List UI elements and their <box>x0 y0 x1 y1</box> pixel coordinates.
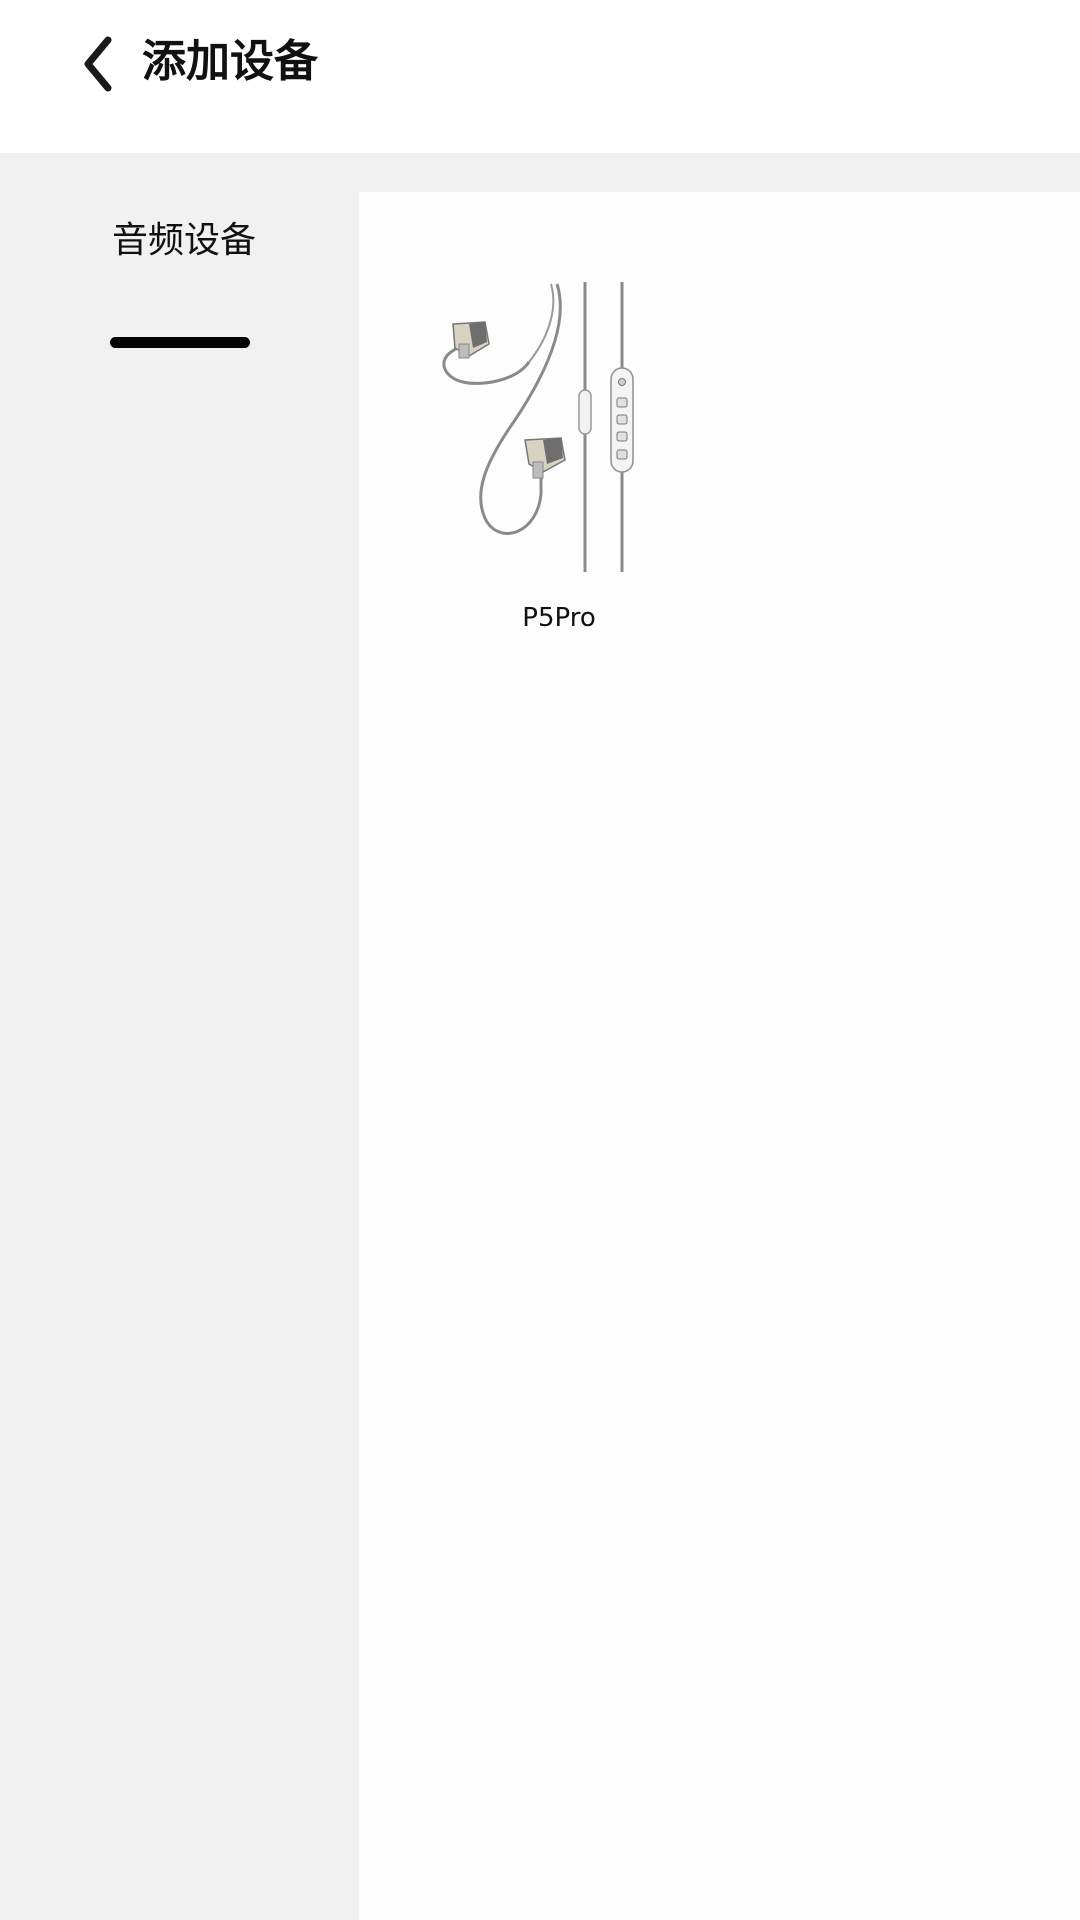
earphones-image <box>442 282 634 572</box>
category-tab-audio-devices[interactable]: 音频设备 <box>100 213 260 348</box>
chevron-left-icon <box>84 36 112 92</box>
active-tab-indicator <box>110 337 250 348</box>
category-sidebar: 音频设备 <box>0 153 359 1920</box>
category-tab-label: 音频设备 <box>112 220 257 261</box>
back-button[interactable] <box>58 24 138 104</box>
device-card-p5pro[interactable]: P5Pro <box>429 282 689 662</box>
device-name: P5Pro <box>522 603 596 633</box>
right-earpiece <box>524 437 566 479</box>
app-header: 添加设备 <box>0 0 1080 153</box>
page-title: 添加设备 <box>142 36 318 87</box>
inline-remote <box>610 367 634 473</box>
left-earpiece <box>452 321 490 359</box>
device-list-panel: P5Pro <box>359 192 1080 1920</box>
